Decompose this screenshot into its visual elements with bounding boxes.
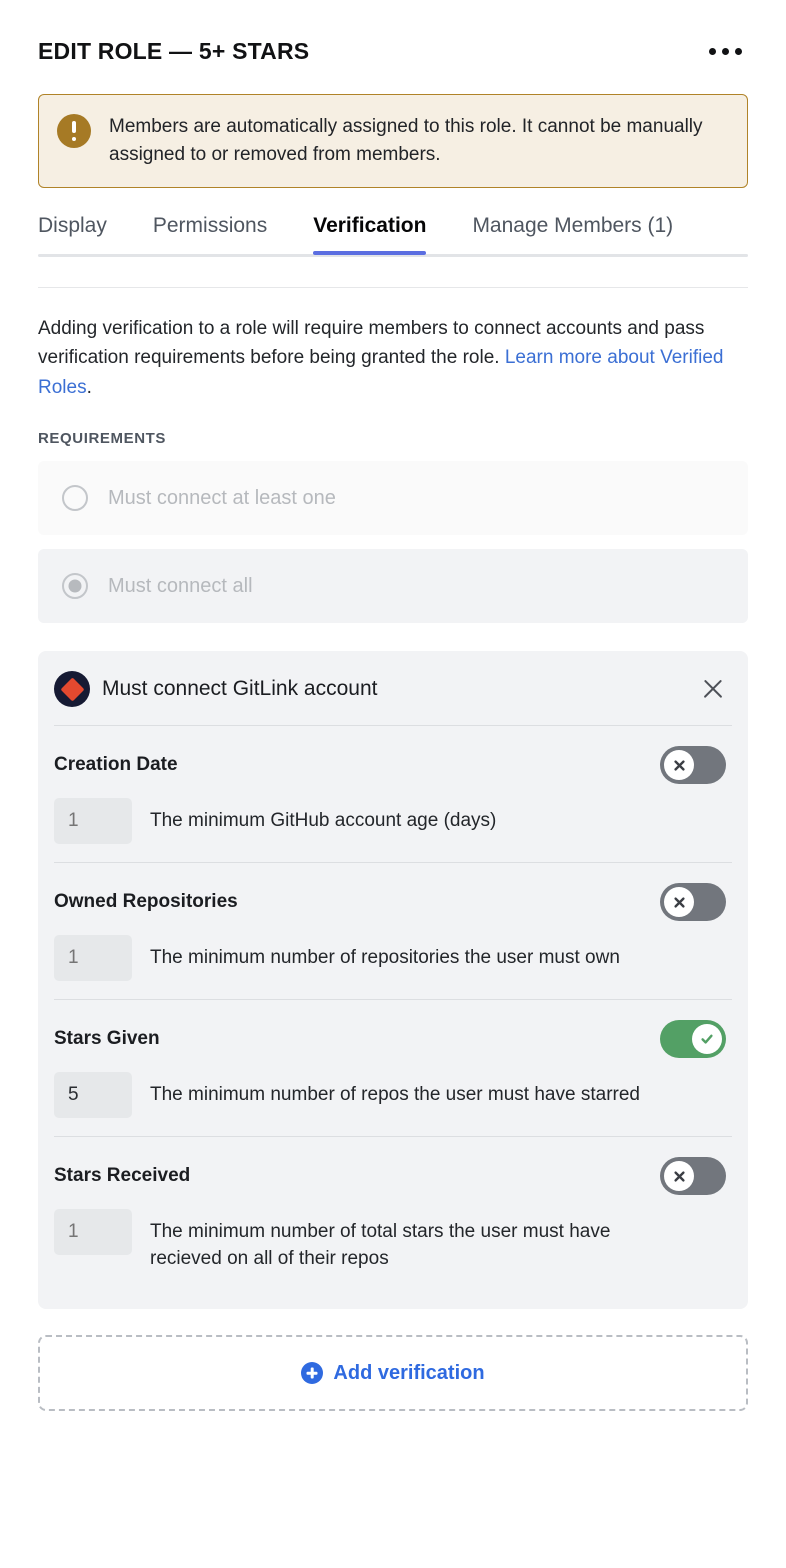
- gitlink-diamond-icon: [54, 671, 90, 707]
- tab-bar: Display Permissions Verification Manage …: [38, 214, 748, 288]
- requirement-toggle-off[interactable]: [660, 1157, 726, 1195]
- requirement-description: The minimum number of total stars the us…: [150, 1209, 670, 1273]
- more-dot: [735, 48, 742, 55]
- verification-description: Adding verification to a role will requi…: [38, 314, 748, 402]
- x-icon: [672, 895, 687, 910]
- tab-permissions[interactable]: Permissions: [153, 214, 267, 254]
- section-divider: [38, 287, 748, 288]
- banner-text: Members are automatically assigned to th…: [109, 113, 727, 169]
- radio-unselected-icon[interactable]: [62, 485, 88, 511]
- connection-mode-at-least-one[interactable]: Must connect at least one: [38, 461, 748, 535]
- requirements-heading: REQUIREMENTS: [38, 430, 748, 447]
- more-dot: [722, 48, 729, 55]
- requirement-row: Owned Repositories The minimum number of…: [38, 863, 748, 999]
- tab-verification[interactable]: Verification: [313, 214, 426, 254]
- auto-assign-banner: Members are automatically assigned to th…: [38, 94, 748, 188]
- close-icon[interactable]: [700, 676, 726, 702]
- requirement-row: Stars Given The minimum number of repos …: [38, 1000, 748, 1136]
- requirement-value-input[interactable]: [54, 798, 132, 844]
- requirement-row: Stars Received The minimum number of tot…: [38, 1137, 748, 1291]
- page-title: EDIT ROLE — 5+ STARS: [38, 38, 309, 66]
- connection-mode-label: Must connect at least one: [108, 487, 336, 510]
- requirement-description: The minimum number of repos the user mus…: [150, 1072, 640, 1109]
- connection-mode-all[interactable]: Must connect all: [38, 549, 748, 623]
- tab-display[interactable]: Display: [38, 214, 107, 254]
- gitlink-verification-card: Must connect GitLink account Creation Da…: [38, 651, 748, 1309]
- x-icon: [672, 758, 687, 773]
- requirement-toggle-off[interactable]: [660, 883, 726, 921]
- card-title: Must connect GitLink account: [102, 677, 377, 701]
- add-verification-button[interactable]: Add verification: [38, 1335, 748, 1411]
- requirement-row: Creation Date The minimum GitHub account…: [38, 726, 748, 862]
- plus-circle-icon: [301, 1362, 323, 1384]
- warning-icon: [57, 114, 91, 148]
- edit-role-verification-panel: EDIT ROLE — 5+ STARS Members are automat…: [0, 0, 786, 1568]
- panel-header: EDIT ROLE — 5+ STARS: [0, 0, 786, 66]
- add-verification-label: Add verification: [333, 1362, 484, 1385]
- description-period: .: [87, 377, 92, 398]
- requirement-value-input[interactable]: [54, 935, 132, 981]
- radio-selected-icon[interactable]: [62, 573, 88, 599]
- requirement-value-input[interactable]: [54, 1072, 132, 1118]
- more-options-button[interactable]: [705, 42, 746, 61]
- requirement-description: The minimum GitHub account age (days): [150, 798, 496, 835]
- requirement-name: Creation Date: [54, 754, 178, 776]
- requirement-name: Stars Given: [54, 1028, 160, 1050]
- requirement-toggle-off[interactable]: [660, 746, 726, 784]
- x-icon: [672, 1169, 687, 1184]
- card-header: Must connect GitLink account: [38, 651, 748, 725]
- check-icon: [699, 1031, 715, 1047]
- requirement-toggle-on[interactable]: [660, 1020, 726, 1058]
- tab-manage-members[interactable]: Manage Members (1): [472, 214, 673, 254]
- requirement-description: The minimum number of repositories the u…: [150, 935, 620, 972]
- requirement-name: Owned Repositories: [54, 891, 238, 913]
- connection-mode-label: Must connect all: [108, 575, 253, 598]
- requirement-name: Stars Received: [54, 1165, 190, 1187]
- more-dot: [709, 48, 716, 55]
- requirement-value-input[interactable]: [54, 1209, 132, 1255]
